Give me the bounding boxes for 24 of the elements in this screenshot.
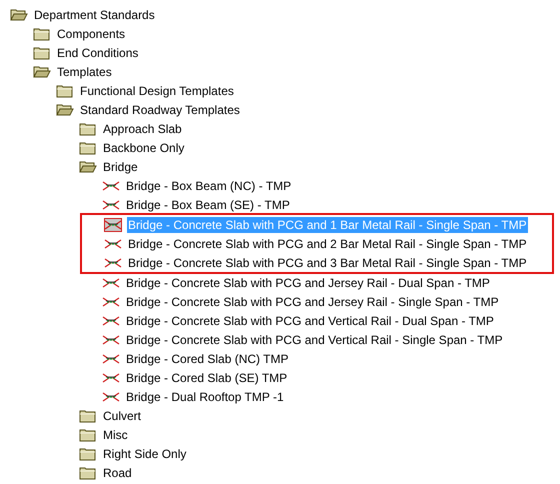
tree-item[interactable]: Bridge - Concrete Slab with PCG and Vertical Rail - Dual Span - TMP: [125, 312, 495, 328]
tree-item[interactable]: Bridge - Concrete Slab with PCG and Vertical Rail - Single Span - TMP: [125, 332, 504, 348]
tree-item[interactable]: Culvert: [102, 408, 142, 424]
tree-item[interactable]: Approach Slab: [102, 120, 183, 136]
tree-item[interactable]: Bridge - Concrete Slab with PCG and Jersey Rail - Dual Span - TMP: [125, 274, 491, 290]
tree-item[interactable]: Bridge - Cored Slab (NC) TMP: [125, 350, 290, 366]
tree-item[interactable]: Bridge - Box Beam (SE) - TMP: [125, 196, 291, 212]
tree-item[interactable]: Misc: [102, 426, 129, 442]
tree-item[interactable]: Standard Roadway Templates: [79, 102, 241, 118]
tree-item[interactable]: Department Standards: [33, 6, 156, 22]
tree-item[interactable]: Backbone Only: [102, 140, 186, 156]
tree-item[interactable]: Bridge - Box Beam (NC) - TMP: [125, 178, 292, 194]
tree-item[interactable]: Bridge - Concrete Slab with PCG and 2 Bar Metal Rail - Single Span - TMP: [127, 236, 528, 252]
tree-item[interactable]: Components: [56, 26, 126, 42]
tree-item[interactable]: Road: [102, 464, 133, 480]
tree-item[interactable]: Bridge - Concrete Slab with PCG and 3 Bar Metal Rail - Single Span - TMP: [127, 254, 528, 270]
tree-item[interactable]: Templates: [56, 64, 113, 80]
tree-item[interactable]: Bridge - Dual Rooftop TMP -1: [125, 388, 285, 404]
tree-item[interactable]: Bridge - Concrete Slab with PCG and Jersey Rail - Single Span - TMP: [125, 294, 500, 310]
tree-item[interactable]: Bridge: [102, 158, 139, 174]
tree-item[interactable]: End Conditions: [56, 44, 140, 60]
tree-item[interactable]: Right Side Only: [102, 446, 188, 462]
tree-item[interactable]: Functional Design Templates: [79, 82, 235, 98]
tree-item[interactable]: Bridge - Cored Slab (SE) TMP: [125, 370, 288, 386]
